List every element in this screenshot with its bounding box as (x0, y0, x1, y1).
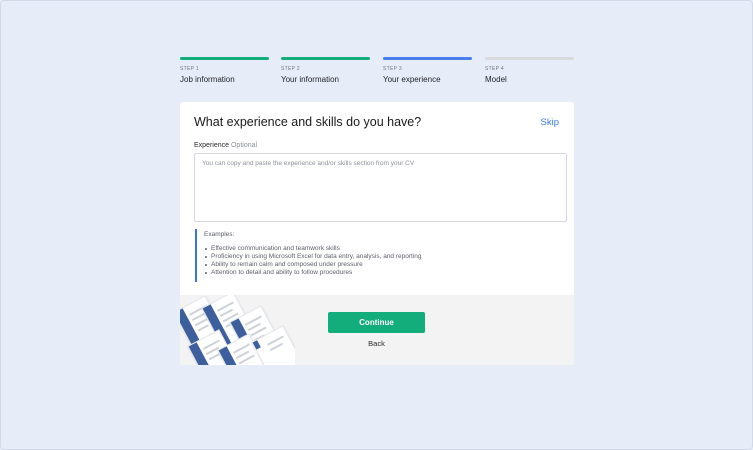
step-4-progress-bar (485, 57, 574, 60)
card-footer: Continue Back (180, 295, 574, 365)
step-3-progress-bar (383, 57, 472, 60)
step-3-name: Your experience (383, 75, 441, 84)
experience-field-label: Experience Optional (194, 142, 257, 149)
example-item: Attention to detail and ability to follo… (204, 269, 495, 277)
step-1: STEP 1 Job information (180, 57, 269, 85)
step-2: STEP 2 Your information (281, 57, 370, 85)
step-4-name: Model (485, 75, 507, 84)
example-item: Ability to remain calm and composed unde… (204, 261, 495, 269)
continue-button[interactable]: Continue (328, 312, 425, 333)
examples-title: Examples: (204, 231, 235, 238)
example-item: Effective communication and teamwork ski… (204, 245, 495, 253)
experience-card: What experience and skills do you have? … (180, 102, 574, 365)
document-preview-illustration (180, 295, 295, 365)
page-title: What experience and skills do you have? (194, 115, 422, 129)
step-3: STEP 3 Your experience (383, 57, 472, 85)
examples-box: Examples: Effective communication and te… (195, 229, 495, 282)
skip-link[interactable]: Skip (541, 117, 559, 128)
step-2-label: STEP 2 (281, 66, 300, 72)
step-4: STEP 4 Model (485, 57, 574, 85)
experience-textarea[interactable] (194, 153, 567, 222)
step-1-name: Job information (180, 75, 235, 84)
experience-label-text: Experience (194, 142, 230, 149)
back-link[interactable]: Back (328, 339, 425, 348)
step-1-label: STEP 1 (180, 66, 199, 72)
progress-stepper: STEP 1 Job information STEP 2 Your infor… (180, 57, 574, 87)
example-item: Proficiency in using Microsoft Excel for… (204, 253, 495, 261)
step-2-progress-bar (281, 57, 370, 60)
optional-hint: Optional (230, 142, 258, 149)
step-1-progress-bar (180, 57, 269, 60)
step-4-label: STEP 4 (485, 66, 504, 72)
examples-list: Effective communication and teamwork ski… (204, 245, 495, 277)
step-3-label: STEP 3 (383, 66, 402, 72)
step-2-name: Your information (281, 75, 339, 84)
